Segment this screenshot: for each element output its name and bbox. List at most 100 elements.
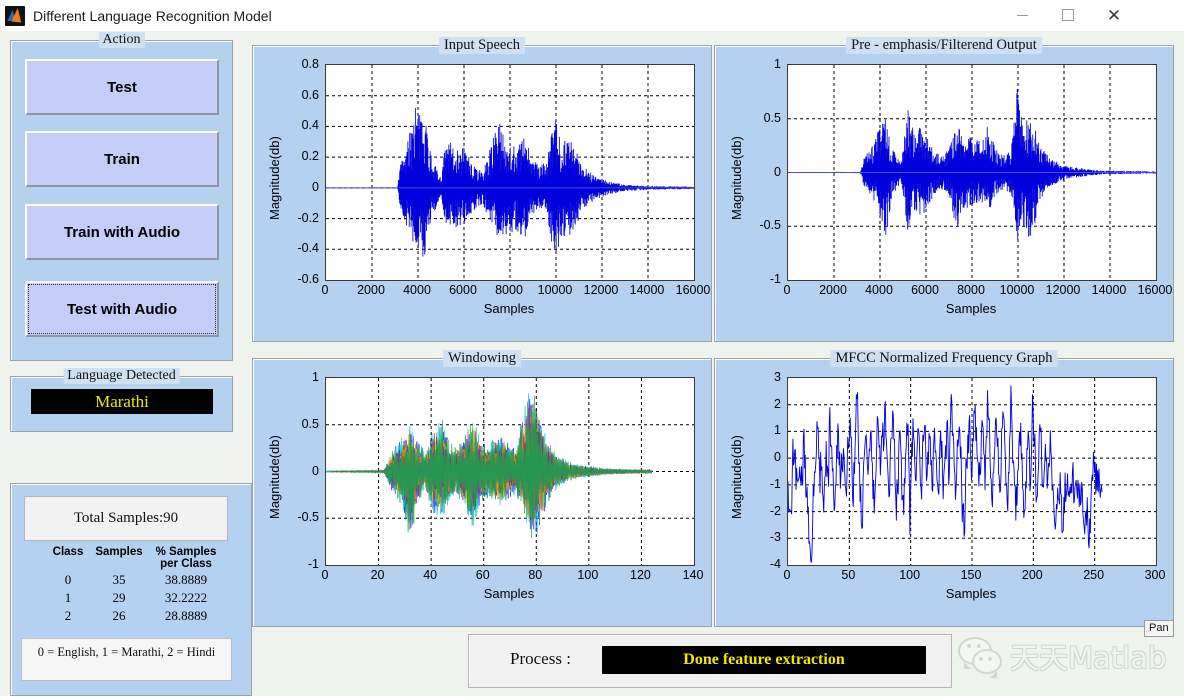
input_speech-xtick-label: 6000	[449, 283, 477, 297]
mfcc-ylabel: Magnitude(db)	[729, 434, 744, 519]
mfcc-ytick-label: 0	[774, 450, 781, 465]
test-with-audio-button[interactable]: Test with Audio	[25, 281, 219, 337]
window-title: Different Language Recognition Model	[33, 7, 272, 24]
pre_emphasis-xtick-label: 4000	[865, 283, 893, 297]
pre_emphasis-ytick-label: 0.5	[763, 110, 781, 125]
input_speech-ytick-label: -0.4	[297, 241, 319, 256]
mfcc-xtick-label: 200	[1021, 568, 1043, 582]
input_speech-ytick-label: 0.6	[301, 87, 319, 102]
windowing-ylabel: Magnitude(db)	[267, 434, 282, 519]
windowing-panel: Windowing -1 -0.5 0 0.5 1 0 20 40 60 80 100 120 140 M…	[252, 350, 712, 627]
cell-class: 1	[64, 590, 72, 605]
cell-percent: 28.8889	[164, 608, 208, 623]
process-status-display: Done feature extraction	[602, 646, 926, 674]
mfcc-xtick-label: 50	[841, 568, 856, 582]
column-header-class: Class	[52, 546, 84, 558]
pan-tooltip: Pan	[1144, 620, 1174, 637]
windowing-ytick-label: 1	[312, 370, 319, 384]
input_speech-ytick-label: -0.6	[297, 272, 319, 286]
maximize-icon	[1062, 9, 1074, 21]
input_speech-plot-area	[325, 64, 695, 281]
mfcc-xtick-label: 300	[1144, 568, 1166, 582]
table-header-row: Class Samples % Samples per Class	[45, 546, 225, 571]
language-detected-value: Marathi	[31, 389, 213, 414]
cell-class: 2	[64, 608, 72, 623]
matlab-logo-icon	[5, 5, 25, 26]
pre_emphasis-ytick-label: -1	[769, 272, 781, 286]
input_speech-xtick-label: 2000	[357, 283, 385, 297]
windowing-xtick-label: 40	[423, 568, 438, 582]
pre_emphasis-ytick-label: 1	[774, 57, 781, 71]
windowing-xtick-label: 100	[577, 568, 599, 582]
input_speech-xlabel: Samples	[483, 301, 535, 316]
mfcc-xtick-label: 100	[899, 568, 921, 582]
windowing-xtick-label: 20	[370, 568, 385, 582]
input-speech-axes[interactable]: -0.6 -0.4 -0.2 0 0.2 0.4 0.6 0.8 0 2000 4000 6000 80…	[253, 46, 711, 341]
mfcc-series-line	[788, 385, 1103, 563]
input_speech-xtick-label: 8000	[495, 283, 523, 297]
windowing-ytick-label: 0.5	[301, 416, 319, 431]
pre_emphasis-xtick-label: 16000	[1137, 283, 1173, 297]
close-icon: ✕	[1106, 5, 1122, 25]
input_speech-xtick-label: 4000	[403, 283, 431, 297]
language-detected-panel: Language Detected Marathi	[10, 368, 233, 432]
windowing-xlabel: Samples	[483, 586, 535, 601]
input_speech-xtick-label: 10000	[537, 283, 573, 297]
windowing-axes[interactable]: -1 -0.5 0 0.5 1 0 20 40 60 80 100 120 140 Magnitude(d…	[253, 359, 711, 626]
table-row: 2 26 28.8889	[45, 607, 225, 625]
input_speech-ytick-label: -0.2	[297, 210, 319, 225]
maximize-button[interactable]	[1045, 0, 1091, 30]
cell-samples: 35	[112, 572, 126, 587]
mfcc-ytick-label: -1	[769, 476, 781, 491]
minimize-button[interactable]	[999, 0, 1045, 30]
input_speech-ytick-label: 0.8	[301, 57, 319, 71]
input_speech-ylabel: Magnitude(db)	[267, 135, 282, 220]
column-header-percent-line2: per Class	[160, 558, 212, 570]
class-distribution-table: Class Samples % Samples per Class 0 35 3…	[45, 546, 225, 625]
input_speech-xtick-label: 12000	[583, 283, 619, 297]
table-row: 1 29 32.2222	[45, 589, 225, 607]
main-client-area: Action Test Train Train with Audio Test …	[0, 31, 1184, 696]
train-button[interactable]: Train	[25, 131, 219, 187]
input_speech-ytick-label: 0.4	[301, 118, 319, 133]
column-header-percent: % Samples per Class	[147, 546, 225, 571]
pre_emphasis-ylabel: Magnitude(db)	[729, 135, 744, 220]
input_speech-xtick-label: 16000	[675, 283, 711, 297]
mfcc-xtick-label: 250	[1083, 568, 1105, 582]
pre_emphasis-xtick-label: 10000	[999, 283, 1035, 297]
input_speech-ytick-label: 0	[312, 179, 319, 194]
cell-class: 0	[64, 572, 72, 587]
input-speech-panel: Input Speech -0.6 -0.4 -0.2 0 0.2 0.4 0.6 0.8 0 2…	[252, 37, 712, 342]
process-label: Process :	[510, 649, 571, 668]
windowing-xtick-label: 80	[528, 568, 543, 582]
pre_emphasis-xtick-label: 12000	[1045, 283, 1081, 297]
mfcc-ytick-label: 2	[774, 396, 781, 411]
train-with-audio-button[interactable]: Train with Audio	[25, 204, 219, 260]
windowing-xtick-label: 0	[321, 568, 329, 582]
total-samples-label: Total Samples:90	[24, 496, 228, 541]
mfcc-ytick-label: 1	[774, 423, 781, 438]
minimize-icon	[1016, 14, 1028, 16]
mfcc-xtick-label: 0	[783, 568, 791, 582]
table-row: 0 35 38.8889	[45, 571, 225, 589]
cell-percent: 32.2222	[164, 590, 208, 605]
cell-samples: 29	[112, 590, 126, 605]
column-header-percent-line1: % Samples	[155, 546, 217, 558]
language-detected-title: Language Detected	[63, 368, 180, 384]
wechat-bubbles-icon	[954, 636, 1006, 678]
pre_emphasis-ytick-label: 0	[774, 164, 781, 179]
windowing-ytick-label: -0.5	[297, 510, 319, 525]
close-button[interactable]: ✕	[1091, 0, 1137, 30]
process-panel: Process : Done feature extraction	[468, 634, 952, 688]
windowing-plot-area	[325, 377, 695, 566]
mfcc-axes[interactable]: -4 -3 -2 -1 0 1 2 3 0 50 100 150 200 250 300 Magnitude(…	[715, 359, 1173, 626]
test-button[interactable]: Test	[25, 59, 219, 115]
mfcc-xlabel: Samples	[945, 586, 997, 601]
pre-emphasis-axes[interactable]: -1 -0.5 0 0.5 1 0 2000 4000 6000 8000 10000 12000 14…	[715, 46, 1173, 341]
mfcc-ytick-label: 3	[774, 370, 781, 384]
pre-emphasis-panel: Pre - emphasis/Filterend Output -1 -0.5 0 0…	[714, 37, 1174, 342]
mfcc-ytick-label: -2	[769, 503, 781, 518]
windowing-series-line	[326, 395, 653, 538]
pre_emphasis-plot-area	[787, 64, 1157, 281]
mfcc-ytick-label: -3	[769, 530, 781, 545]
